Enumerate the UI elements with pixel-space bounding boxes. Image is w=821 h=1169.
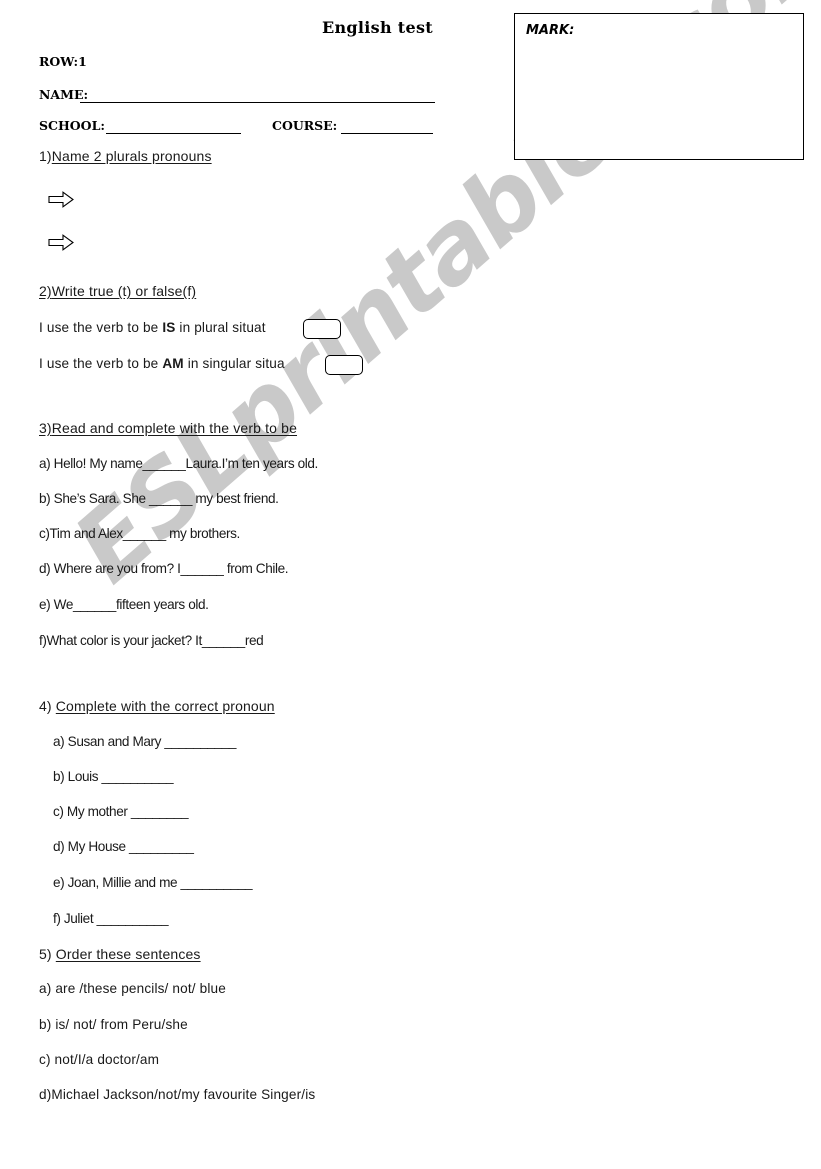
true-false-answer-box[interactable] bbox=[303, 319, 341, 339]
course-field-rule[interactable] bbox=[341, 133, 433, 134]
name-label: NAME: bbox=[39, 87, 89, 102]
section-4-heading: 4) Complete with the correct pronoun bbox=[39, 698, 275, 714]
section-2-item: I use the verb to be IS in plural situat bbox=[39, 320, 266, 335]
section-4-heading-text: Complete with the correct pronoun bbox=[55, 698, 275, 714]
item-text-after: in singular situa bbox=[183, 356, 285, 371]
course-label: COURSE: bbox=[272, 118, 338, 133]
section-5-item: c) not/I/a doctor/am bbox=[39, 1052, 160, 1067]
section-3-heading-text: Read and complete with the verb to be bbox=[51, 420, 298, 436]
school-label: SCHOOL: bbox=[39, 118, 105, 133]
item-text-before: I use the verb to be bbox=[39, 356, 163, 371]
worksheet-page: ESLprintables.com English test MARK: ROW… bbox=[0, 0, 821, 1169]
section-2-heading-text: Write true (t) or false(f) bbox=[51, 283, 197, 299]
item-text-before: I use the verb to be bbox=[39, 320, 163, 335]
section-4-item: c) My mother ________ bbox=[53, 804, 189, 819]
row-label: ROW:1 bbox=[39, 54, 87, 69]
section-5-item: d)Michael Jackson/not/my favourite Singe… bbox=[39, 1087, 316, 1102]
section-3-item: e) We______fifteen years old. bbox=[39, 597, 209, 612]
section-4-item: a) Susan and Mary __________ bbox=[53, 734, 237, 749]
section-3-heading: 3)Read and complete with the verb to be bbox=[39, 420, 297, 436]
page-title: English test bbox=[322, 18, 433, 37]
section-3-item: d) Where are you from? I______ from Chil… bbox=[39, 561, 289, 576]
section-4-item: b) Louis __________ bbox=[53, 769, 174, 784]
section-2-heading: 2)Write true (t) or false(f) bbox=[39, 283, 196, 299]
section-5-item: b) is/ not/ from Peru/she bbox=[39, 1017, 188, 1032]
mark-label: MARK: bbox=[526, 23, 575, 38]
section-4-item: e) Joan, Millie and me __________ bbox=[53, 875, 253, 890]
mark-box[interactable]: MARK: bbox=[514, 13, 804, 160]
section-5-number: 5) bbox=[39, 946, 56, 962]
section-4-number: 4) bbox=[39, 698, 56, 714]
true-false-answer-box[interactable] bbox=[325, 355, 363, 375]
arrow-right-icon bbox=[48, 234, 74, 251]
arrow-right-icon bbox=[48, 191, 74, 208]
item-bold-verb: AM bbox=[162, 356, 184, 371]
item-bold-verb: IS bbox=[162, 320, 176, 335]
item-text-after: in plural situat bbox=[175, 320, 266, 335]
section-5-heading-text: Order these sentences bbox=[55, 946, 201, 962]
section-3-item: f)What color is your jacket? It______red bbox=[39, 633, 264, 648]
section-2-number: 2) bbox=[39, 283, 52, 299]
section-1-number: 1) bbox=[39, 148, 52, 164]
section-3-number: 3) bbox=[39, 420, 52, 436]
school-field-rule[interactable] bbox=[106, 133, 241, 134]
section-5-heading: 5) Order these sentences bbox=[39, 946, 201, 962]
section-4-item: f) Juliet __________ bbox=[53, 911, 169, 926]
section-1-heading: 1)Name 2 plurals pronouns bbox=[39, 148, 212, 164]
section-3-item: c)Tim and Alex______ my brothers. bbox=[39, 526, 240, 541]
section-3-item: a) Hello! My name______Laura.I’m ten yea… bbox=[39, 456, 318, 471]
section-4-item: d) My House _________ bbox=[53, 839, 194, 854]
name-field-rule[interactable] bbox=[80, 102, 435, 103]
section-5-item: a) are /these pencils/ not/ blue bbox=[39, 981, 226, 996]
section-2-item: I use the verb to be AM in singular situ… bbox=[39, 356, 285, 371]
section-1-heading-text: Name 2 plurals pronouns bbox=[51, 148, 212, 164]
section-3-item: b) She’s Sara. She ______ my best friend… bbox=[39, 491, 279, 506]
